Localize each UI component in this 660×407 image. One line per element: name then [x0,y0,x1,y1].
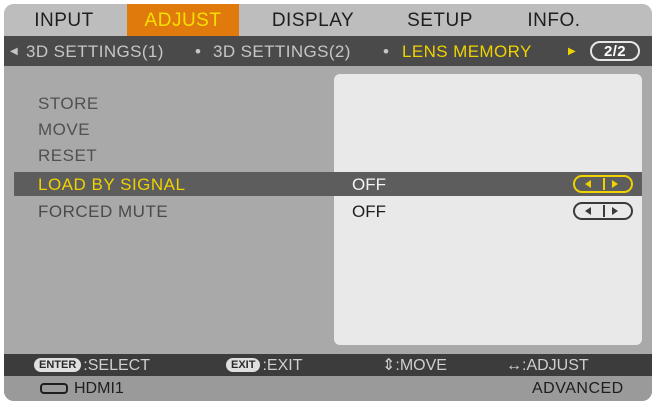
help-exit-text: :EXIT [262,357,303,374]
setting-value: OFF [352,175,386,194]
menu-item-reset[interactable]: RESET [38,146,97,166]
left-right-adjust-icon[interactable] [573,202,633,220]
exit-key-icon: EXIT [226,358,261,372]
hdmi-connector-icon [40,383,68,394]
left-right-adjust-icon[interactable] [573,175,633,193]
left-right-arrows-icon: ↔ [506,357,522,374]
enter-key-icon: ENTER [34,358,82,372]
setting-row-forced-mute[interactable]: FORCED MUTE OFF [14,199,642,223]
help-move-text: :MOVE [395,357,447,374]
help-move: ⇕:MOVE [382,354,447,377]
tab-setup[interactable]: SETUP [392,4,488,36]
setting-label: LOAD BY SIGNAL [38,175,186,194]
tab-info[interactable]: INFO. [509,4,599,36]
right-arrow-icon[interactable]: ▶ [568,36,576,68]
setting-value: OFF [352,202,386,221]
setting-label: FORCED MUTE [38,202,169,221]
help-adjust: ↔:ADJUST [506,354,589,377]
tab-adjust[interactable]: ADJUST [127,4,239,36]
help-select: ENTER:SELECT [34,354,150,377]
left-arrow-icon[interactable]: ◀ [10,36,18,68]
help-exit: EXIT:EXIT [226,354,302,377]
subtab-separator: • [383,42,390,61]
menu-content: STORE MOVE RESET LOAD BY SIGNAL OFF FORC… [14,74,642,350]
menu-item-store[interactable]: STORE [38,94,99,114]
subtab-3d-settings-2[interactable]: 3D SETTINGS(2) [213,36,351,68]
help-adjust-text: :ADJUST [522,357,589,374]
input-source: HDMI1 [74,380,124,397]
page-indicator: 2/2 [590,41,640,61]
sub-tab-bar: ◀ 3D SETTINGS(1) • 3D SETTINGS(2) • LENS… [4,36,652,66]
up-down-arrows-icon: ⇕ [382,357,396,374]
tab-display[interactable]: DISPLAY [258,4,368,36]
menu-mode: ADVANCED [532,380,624,397]
tab-input[interactable]: INPUT [14,4,114,36]
subtab-lens-memory[interactable]: LENS MEMORY [402,36,532,68]
main-tab-bar: INPUT ADJUST DISPLAY SETUP INFO. [4,4,652,36]
subtab-separator: • [195,42,202,61]
projector-osd-menu: INPUT ADJUST DISPLAY SETUP INFO. ◀ 3D SE… [4,4,652,401]
help-select-text: :SELECT [83,357,150,374]
menu-item-move[interactable]: MOVE [38,120,90,140]
help-bar: ENTER:SELECT EXIT:EXIT ⇕:MOVE ↔:ADJUST [4,354,652,376]
setting-row-load-by-signal[interactable]: LOAD BY SIGNAL OFF [14,172,642,196]
status-bar: HDMI1 ADVANCED [4,376,652,401]
subtab-3d-settings-1[interactable]: 3D SETTINGS(1) [26,36,164,68]
